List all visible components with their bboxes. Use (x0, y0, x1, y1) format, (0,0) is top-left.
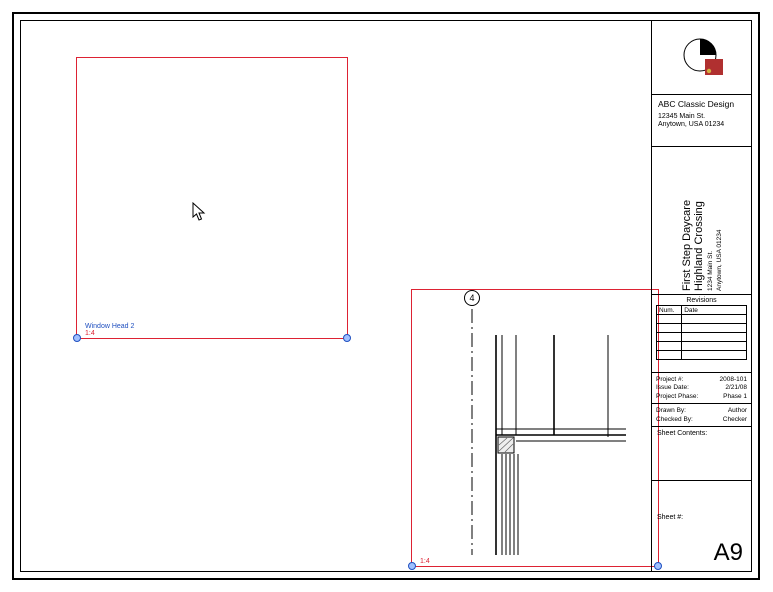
meta-label: Issue Date: (656, 384, 689, 392)
firm-info: ABC Classic Design 12345 Main St. Anytow… (652, 95, 751, 147)
project-meta: Project #: 2008-101 Issue Date: 2/21/08 Pr… (652, 373, 751, 427)
detail-drawing: 4 (426, 279, 654, 553)
sheet-number: A9 (714, 539, 743, 567)
sheet-number-block: Sheet #: A9 (652, 511, 751, 571)
detail-linework (426, 279, 654, 557)
viewport-title: 1:4 (420, 558, 430, 565)
firm-address-1: 12345 Main St. (658, 113, 745, 121)
meta-value: Checker (723, 416, 747, 424)
meta-label: Checked By: (656, 416, 693, 424)
meta-value: Author (728, 407, 747, 415)
project-address-2: Anytown, USA 01234 (716, 151, 723, 291)
meta-label: Drawn By: (656, 407, 686, 415)
sheet-inner-frame: Window Head 2 1:4 1:4 4 (20, 20, 752, 572)
title-block: ABC Classic Design 12345 Main St. Anytow… (651, 21, 751, 571)
viewport-handle-icon[interactable] (343, 334, 351, 342)
sheet-contents: Sheet Contents: (652, 427, 751, 481)
meta-label: Project Phase: (656, 393, 698, 401)
meta-value: 2008-101 (720, 376, 747, 384)
project-name-1: First Step Daycare (680, 151, 692, 291)
revisions-table: Num.Date (656, 305, 747, 360)
sheet-contents-label: Sheet Contents: (657, 430, 746, 437)
project-name-2: Highland Crossing (692, 151, 704, 291)
firm-address-2: Anytown, USA 01234 (658, 121, 745, 129)
firm-name: ABC Classic Design (658, 99, 745, 109)
meta-label: Project #: (656, 376, 683, 384)
firm-logo (652, 21, 751, 95)
project-info: First Step Daycare Highland Crossing 123… (652, 147, 751, 295)
viewport-handle-icon[interactable] (408, 562, 416, 570)
revisions-title: Revisions (656, 297, 747, 304)
viewport-window-head[interactable]: Window Head 2 1:4 (76, 57, 348, 339)
meta-value: Phase 1 (723, 393, 747, 401)
meta-value: 2/21/08 (725, 384, 747, 392)
viewport-handle-icon[interactable] (73, 334, 81, 342)
logo-icon (677, 33, 727, 83)
revisions-block: Revisions Num.Date (652, 295, 751, 373)
rev-header-date: Date (682, 306, 747, 315)
sheet-outer-frame: Window Head 2 1:4 1:4 4 (12, 12, 760, 580)
rev-header-num: Num. (657, 306, 682, 315)
project-address-1: 1234 Main St. (706, 151, 713, 291)
viewport-title: Window Head 2 1:4 (85, 323, 134, 337)
sheet-number-label: Sheet #: (657, 514, 746, 521)
